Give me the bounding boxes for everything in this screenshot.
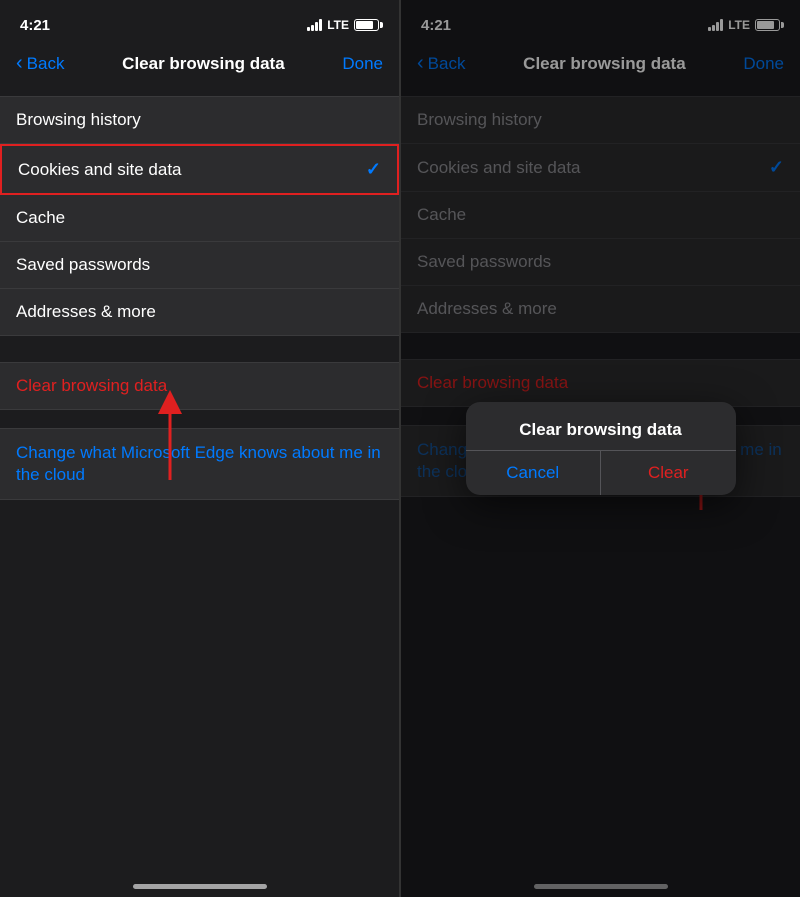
clear-data-dialog: Clear browsing data Cancel Clear bbox=[466, 402, 736, 495]
clear-section-left: Clear browsing data bbox=[0, 362, 399, 410]
item-label: Addresses & more bbox=[16, 302, 156, 322]
lte-label-left: LTE bbox=[327, 18, 349, 32]
list-item-addresses-left[interactable]: Addresses & more bbox=[0, 289, 399, 336]
item-label: Cache bbox=[16, 208, 65, 228]
dialog-title: Clear browsing data bbox=[466, 402, 736, 450]
list-item-passwords-left[interactable]: Saved passwords bbox=[0, 242, 399, 289]
signal-icon-left bbox=[307, 19, 322, 31]
item-label: Saved passwords bbox=[16, 255, 150, 275]
item-label: Browsing history bbox=[16, 110, 141, 130]
cloud-section-left: Change what Microsoft Edge knows about m… bbox=[0, 428, 399, 500]
list-item-cache-left[interactable]: Cache bbox=[0, 195, 399, 242]
status-icons-left: LTE bbox=[307, 18, 379, 32]
chevron-left-icon-left: ‹ bbox=[16, 53, 23, 73]
right-panel: 4:21 LTE ‹ Back Clear browsing data Done bbox=[400, 0, 800, 897]
clear-btn-label-left: Clear browsing data bbox=[16, 376, 167, 396]
right-panel-content: 4:21 LTE ‹ Back Clear browsing data Done bbox=[401, 0, 800, 897]
left-panel: 4:21 LTE ‹ Back Clear browsing data Done… bbox=[0, 0, 400, 897]
nav-bar-left: ‹ Back Clear browsing data Done bbox=[0, 44, 399, 88]
back-label-left: Back bbox=[27, 54, 65, 74]
cloud-link-label-left: Change what Microsoft Edge knows about m… bbox=[16, 443, 381, 484]
dialog-buttons: Cancel Clear bbox=[466, 450, 736, 495]
dialog-cancel-button[interactable]: Cancel bbox=[466, 451, 602, 495]
back-button-left[interactable]: ‹ Back bbox=[16, 54, 64, 74]
checkmark-icon-left: ✓ bbox=[366, 159, 381, 180]
item-label: Cookies and site data bbox=[18, 160, 182, 180]
dialog-clear-button[interactable]: Clear bbox=[601, 451, 736, 495]
list-item-cookies-left[interactable]: Cookies and site data ✓ bbox=[0, 144, 399, 195]
page-title-left: Clear browsing data bbox=[122, 54, 284, 74]
home-indicator-left bbox=[133, 884, 267, 889]
clear-browsing-data-button-left[interactable]: Clear browsing data bbox=[0, 362, 399, 410]
dialog-overlay: Clear browsing data Cancel Clear bbox=[401, 0, 800, 897]
section-gap-left bbox=[0, 336, 399, 354]
status-bar-left: 4:21 LTE bbox=[0, 0, 399, 44]
status-time-left: 4:21 bbox=[20, 17, 50, 34]
list-item-browsing-history-left[interactable]: Browsing history bbox=[0, 96, 399, 144]
battery-icon-left bbox=[354, 19, 379, 31]
done-button-left[interactable]: Done bbox=[342, 54, 383, 74]
data-list-left: Browsing history Cookies and site data ✓… bbox=[0, 96, 399, 336]
cloud-link-left[interactable]: Change what Microsoft Edge knows about m… bbox=[0, 428, 399, 500]
